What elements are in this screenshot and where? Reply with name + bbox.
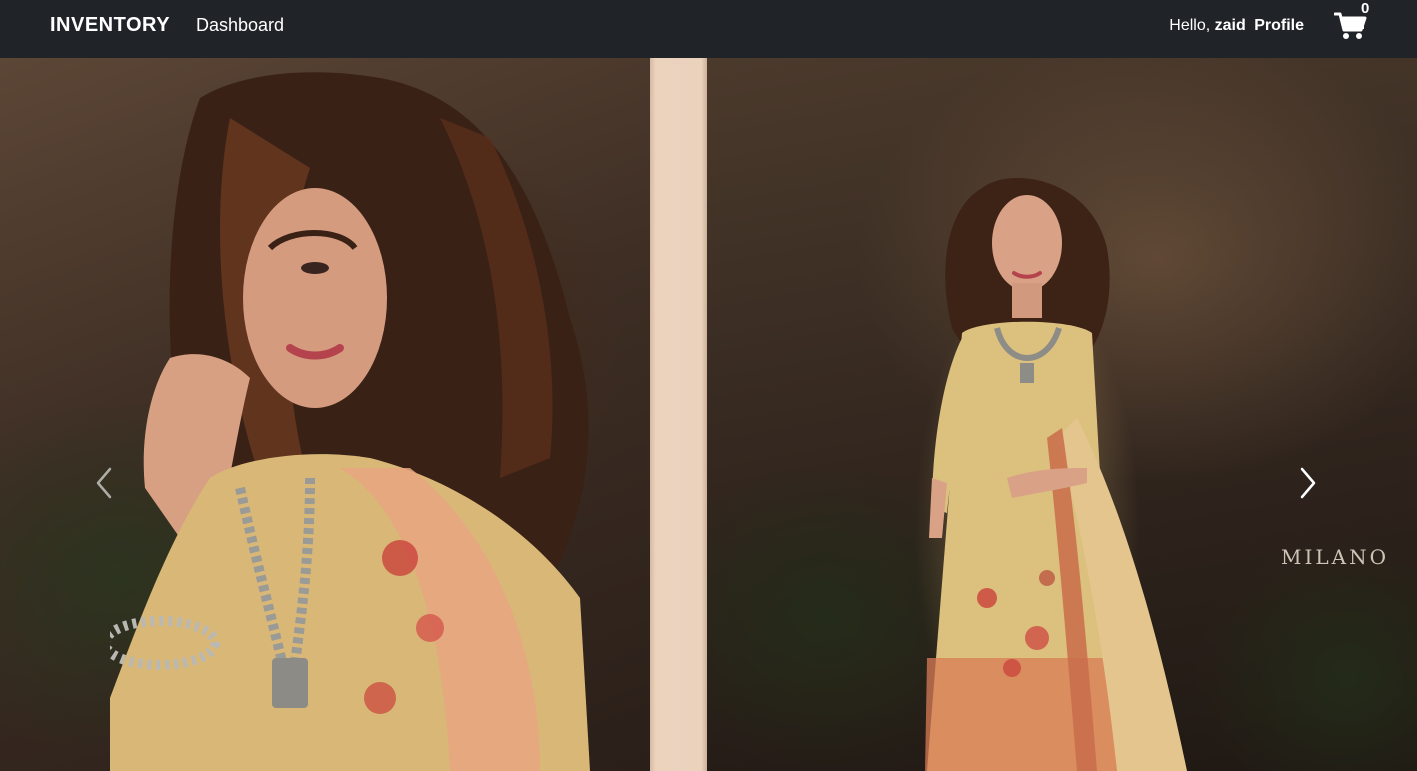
model-fullbody-photo: MILANO <box>707 58 1417 771</box>
cart-count-badge: 0 <box>1361 0 1370 17</box>
username: zaid <box>1214 17 1246 34</box>
image-carousel: MILANO <box>0 58 1417 771</box>
model-closeup-figure <box>110 72 590 771</box>
chevron-left-icon <box>96 467 112 499</box>
profile-link[interactable]: Profile <box>1254 17 1304 34</box>
greeting-prefix: Hello, <box>1169 17 1211 34</box>
carousel-next-button[interactable] <box>1292 463 1322 503</box>
carousel-prev-button[interactable] <box>90 463 120 503</box>
model-closeup-photo <box>0 58 650 771</box>
slide-divider <box>650 58 707 771</box>
watermark-text: MILANO <box>1281 545 1389 569</box>
top-navbar: INVENTORY Dashboard Hello, zaid Profile … <box>0 0 1417 58</box>
nav-link-dashboard[interactable]: Dashboard <box>196 15 284 36</box>
brand-link[interactable]: INVENTORY <box>50 14 170 37</box>
user-greeting: Hello, zaid Profile <box>1169 17 1304 35</box>
chevron-right-icon <box>1300 467 1316 499</box>
model-fullbody-figure <box>925 178 1187 771</box>
